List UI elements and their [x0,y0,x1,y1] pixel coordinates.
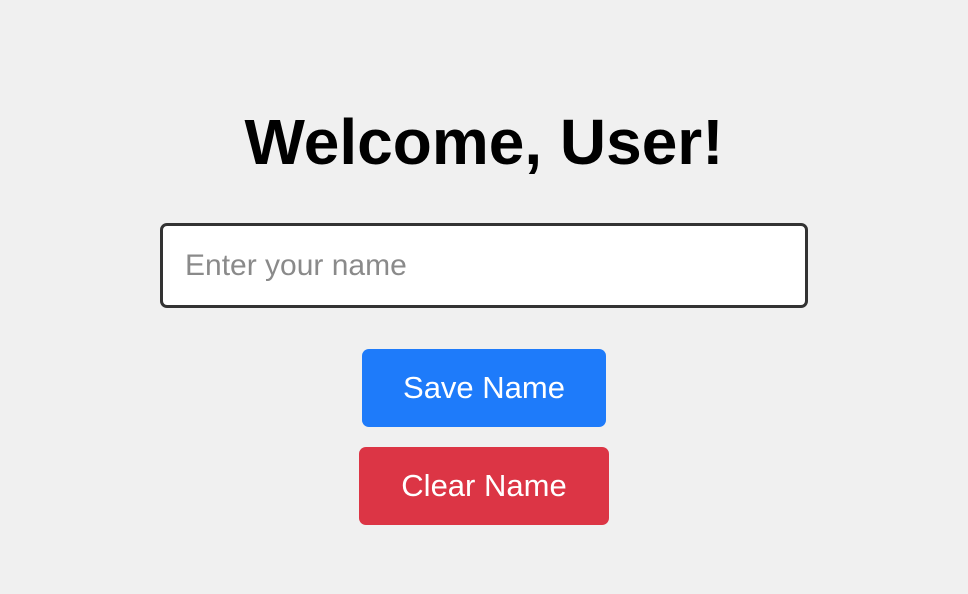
clear-name-button[interactable]: Clear Name [359,447,609,525]
welcome-form: Welcome, User! Save Name Clear Name [0,0,968,594]
name-input[interactable] [160,223,808,308]
save-name-button[interactable]: Save Name [362,349,606,427]
page-title: Welcome, User! [244,106,724,178]
